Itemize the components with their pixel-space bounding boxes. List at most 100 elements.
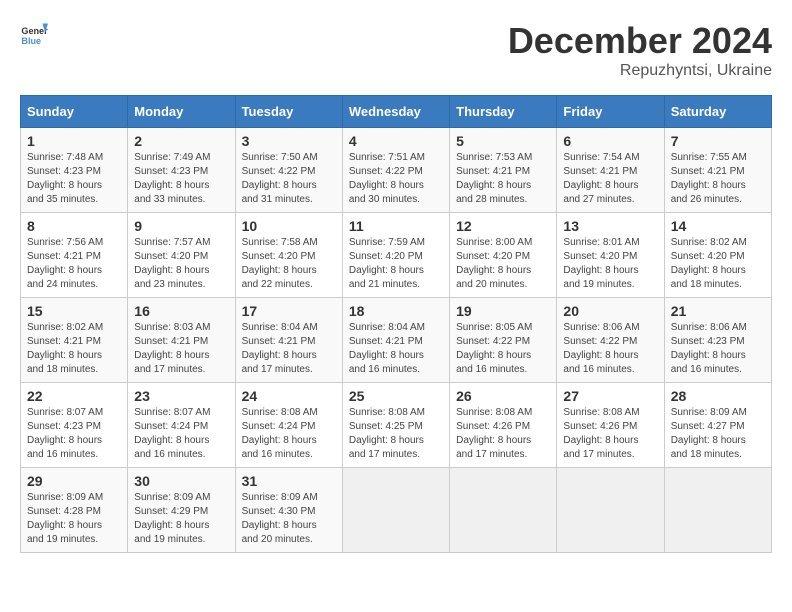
calendar-day-cell: 22Sunrise: 8:07 AMSunset: 4:23 PMDayligh… <box>21 383 128 468</box>
day-info: Sunrise: 7:58 AMSunset: 4:20 PMDaylight:… <box>242 236 336 292</box>
calendar-day-cell: 7 Sunrise: 7:55 AMSunset: 4:21 PMDaylight… <box>664 128 771 213</box>
calendar-day-cell: 15 Sunrise: 8:02 AMSunset: 4:21 PMDayligh… <box>21 298 128 383</box>
day-number: 28 <box>671 388 765 404</box>
day-number: 30 <box>134 473 228 489</box>
day-header-saturday: Saturday <box>664 96 771 128</box>
day-number: 15 <box>27 303 121 319</box>
day-header-friday: Friday <box>557 96 664 128</box>
day-number: 1 <box>27 133 121 149</box>
day-info: Sunrise: 7:55 AMSunset: 4:21 PMDaylight:… <box>671 151 765 207</box>
day-number: 4 <box>349 133 443 149</box>
day-header-monday: Monday <box>128 96 235 128</box>
calendar-day-cell <box>450 468 557 553</box>
day-number: 22 <box>27 388 121 404</box>
calendar-day-cell: 31 Sunrise: 8:09 AMSunset: 4:30 PMDayligh… <box>235 468 342 553</box>
month-title: December 2024 <box>508 20 772 62</box>
day-info: Sunrise: 8:08 AMSunset: 4:26 PMDaylight:… <box>563 406 657 462</box>
calendar-day-cell: 14Sunrise: 8:02 AMSunset: 4:20 PMDayligh… <box>664 213 771 298</box>
calendar-day-cell: 12Sunrise: 8:00 AMSunset: 4:20 PMDayligh… <box>450 213 557 298</box>
day-info: Sunrise: 8:06 AMSunset: 4:22 PMDaylight:… <box>563 321 657 377</box>
day-number: 29 <box>27 473 121 489</box>
calendar-day-cell: 26 Sunrise: 8:08 AMSunset: 4:26 PMDayligh… <box>450 383 557 468</box>
day-info: Sunrise: 8:08 AMSunset: 4:26 PMDaylight:… <box>456 406 550 462</box>
day-number: 24 <box>242 388 336 404</box>
title-section: December 2024 Repuzhyntsi, Ukraine <box>508 20 772 80</box>
day-info: Sunrise: 8:01 AMSunset: 4:20 PMDaylight:… <box>563 236 657 292</box>
day-info: Sunrise: 8:07 AMSunset: 4:24 PMDaylight:… <box>134 406 228 462</box>
day-header-sunday: Sunday <box>21 96 128 128</box>
calendar-day-cell: 4Sunrise: 7:51 AMSunset: 4:22 PMDaylight… <box>342 128 449 213</box>
day-info: Sunrise: 8:09 AMSunset: 4:30 PMDaylight:… <box>242 491 336 547</box>
calendar-day-cell <box>342 468 449 553</box>
day-number: 31 <box>242 473 336 489</box>
day-number: 16 <box>134 303 228 319</box>
calendar-week-row: 1 Sunrise: 7:48 AMSunset: 4:23 PMDaylight… <box>21 128 772 213</box>
location-subtitle: Repuzhyntsi, Ukraine <box>508 62 772 80</box>
calendar-day-cell: 28 Sunrise: 8:09 AMSunset: 4:27 PMDayligh… <box>664 383 771 468</box>
calendar-day-cell: 16 Sunrise: 8:03 AMSunset: 4:21 PMDayligh… <box>128 298 235 383</box>
day-header-tuesday: Tuesday <box>235 96 342 128</box>
day-info: Sunrise: 8:06 AMSunset: 4:23 PMDaylight:… <box>671 321 765 377</box>
calendar-day-cell: 17 Sunrise: 8:04 AMSunset: 4:21 PMDayligh… <box>235 298 342 383</box>
calendar-day-cell: 11 Sunrise: 7:59 AMSunset: 4:20 PMDayligh… <box>342 213 449 298</box>
calendar-day-cell: 6Sunrise: 7:54 AMSunset: 4:21 PMDaylight… <box>557 128 664 213</box>
day-info: Sunrise: 7:50 AMSunset: 4:22 PMDaylight:… <box>242 151 336 207</box>
day-info: Sunrise: 8:03 AMSunset: 4:21 PMDaylight:… <box>134 321 228 377</box>
calendar-day-cell: 9Sunrise: 7:57 AMSunset: 4:20 PMDaylight… <box>128 213 235 298</box>
day-number: 25 <box>349 388 443 404</box>
day-info: Sunrise: 8:09 AMSunset: 4:27 PMDaylight:… <box>671 406 765 462</box>
day-number: 7 <box>671 133 765 149</box>
day-number: 5 <box>456 133 550 149</box>
calendar-day-cell: 25 Sunrise: 8:08 AMSunset: 4:25 PMDayligh… <box>342 383 449 468</box>
day-number: 3 <box>242 133 336 149</box>
calendar-day-cell: 24 Sunrise: 8:08 AMSunset: 4:24 PMDayligh… <box>235 383 342 468</box>
day-info: Sunrise: 7:56 AMSunset: 4:21 PMDaylight:… <box>27 236 121 292</box>
calendar-week-row: 29 Sunrise: 8:09 AMSunset: 4:28 PMDayligh… <box>21 468 772 553</box>
calendar-day-cell: 8Sunrise: 7:56 AMSunset: 4:21 PMDaylight… <box>21 213 128 298</box>
day-header-wednesday: Wednesday <box>342 96 449 128</box>
day-header-thursday: Thursday <box>450 96 557 128</box>
calendar-day-cell: 5 Sunrise: 7:53 AMSunset: 4:21 PMDaylight… <box>450 128 557 213</box>
calendar-day-cell <box>557 468 664 553</box>
calendar-day-cell: 21Sunrise: 8:06 AMSunset: 4:23 PMDayligh… <box>664 298 771 383</box>
day-number: 26 <box>456 388 550 404</box>
day-info: Sunrise: 8:08 AMSunset: 4:25 PMDaylight:… <box>349 406 443 462</box>
day-info: Sunrise: 8:02 AMSunset: 4:21 PMDaylight:… <box>27 321 121 377</box>
day-number: 18 <box>349 303 443 319</box>
calendar-day-cell: 19 Sunrise: 8:05 AMSunset: 4:22 PMDayligh… <box>450 298 557 383</box>
day-number: 23 <box>134 388 228 404</box>
calendar-day-cell: 13 Sunrise: 8:01 AMSunset: 4:20 PMDayligh… <box>557 213 664 298</box>
svg-text:Blue: Blue <box>21 36 41 46</box>
logo-icon: General Blue <box>20 20 48 48</box>
day-info: Sunrise: 8:08 AMSunset: 4:24 PMDaylight:… <box>242 406 336 462</box>
day-info: Sunrise: 7:53 AMSunset: 4:21 PMDaylight:… <box>456 151 550 207</box>
day-info: Sunrise: 7:59 AMSunset: 4:20 PMDaylight:… <box>349 236 443 292</box>
day-number: 13 <box>563 218 657 234</box>
day-number: 11 <box>349 218 443 234</box>
day-info: Sunrise: 8:02 AMSunset: 4:20 PMDaylight:… <box>671 236 765 292</box>
day-number: 10 <box>242 218 336 234</box>
day-info: Sunrise: 7:48 AMSunset: 4:23 PMDaylight:… <box>27 151 121 207</box>
day-number: 20 <box>563 303 657 319</box>
calendar-day-cell: 30 Sunrise: 8:09 AMSunset: 4:29 PMDayligh… <box>128 468 235 553</box>
day-info: Sunrise: 8:09 AMSunset: 4:29 PMDaylight:… <box>134 491 228 547</box>
logo: General Blue <box>20 20 48 48</box>
day-number: 19 <box>456 303 550 319</box>
calendar-week-row: 22Sunrise: 8:07 AMSunset: 4:23 PMDayligh… <box>21 383 772 468</box>
day-info: Sunrise: 7:54 AMSunset: 4:21 PMDaylight:… <box>563 151 657 207</box>
day-number: 17 <box>242 303 336 319</box>
calendar-day-cell: 29 Sunrise: 8:09 AMSunset: 4:28 PMDayligh… <box>21 468 128 553</box>
calendar-day-cell: 10 Sunrise: 7:58 AMSunset: 4:20 PMDayligh… <box>235 213 342 298</box>
day-info: Sunrise: 8:00 AMSunset: 4:20 PMDaylight:… <box>456 236 550 292</box>
calendar-day-cell <box>664 468 771 553</box>
page-header: General Blue December 2024 Repuzhyntsi, … <box>20 20 772 80</box>
day-number: 9 <box>134 218 228 234</box>
day-info: Sunrise: 8:05 AMSunset: 4:22 PMDaylight:… <box>456 321 550 377</box>
day-info: Sunrise: 8:04 AMSunset: 4:21 PMDaylight:… <box>242 321 336 377</box>
calendar-week-row: 8Sunrise: 7:56 AMSunset: 4:21 PMDaylight… <box>21 213 772 298</box>
calendar-day-cell: 27Sunrise: 8:08 AMSunset: 4:26 PMDayligh… <box>557 383 664 468</box>
day-info: Sunrise: 8:09 AMSunset: 4:28 PMDaylight:… <box>27 491 121 547</box>
calendar-day-cell: 2Sunrise: 7:49 AMSunset: 4:23 PMDaylight… <box>128 128 235 213</box>
day-number: 2 <box>134 133 228 149</box>
calendar-table: SundayMondayTuesdayWednesdayThursdayFrid… <box>20 95 772 553</box>
